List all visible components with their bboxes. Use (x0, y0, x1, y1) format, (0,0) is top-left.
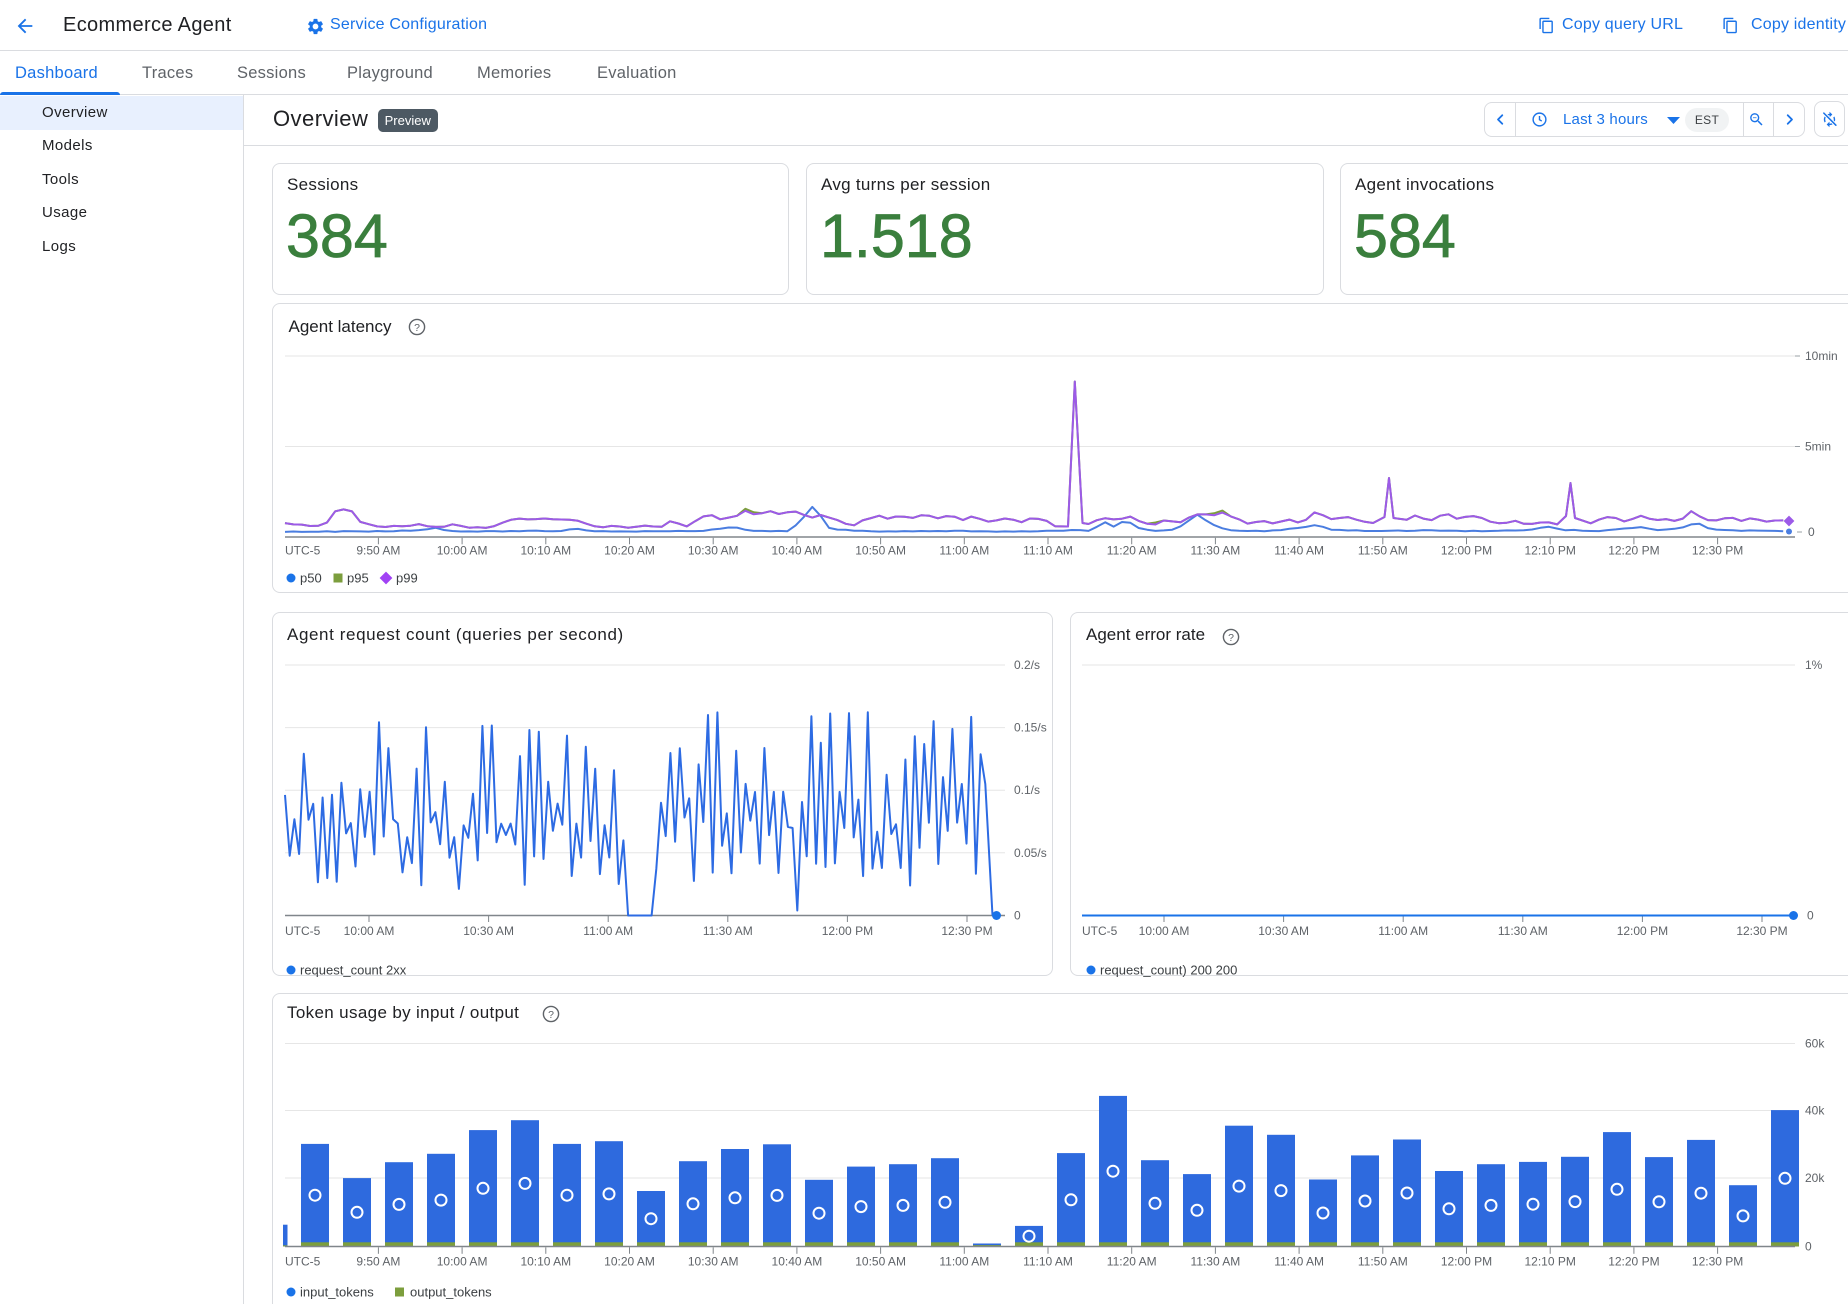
svg-text:9:50 AM: 9:50 AM (356, 1255, 400, 1269)
svg-text:12:10 PM: 12:10 PM (1525, 544, 1576, 558)
svg-text:0.05/s: 0.05/s (1014, 846, 1047, 860)
svg-text:10:00 AM: 10:00 AM (344, 924, 395, 938)
svg-text:10:00 AM: 10:00 AM (437, 1255, 488, 1269)
svg-text:10:50 AM: 10:50 AM (855, 1255, 906, 1269)
svg-text:12:00 PM: 12:00 PM (1441, 1255, 1492, 1269)
svg-text:10:10 AM: 10:10 AM (520, 544, 571, 558)
svg-text:p50: p50 (300, 571, 322, 586)
svg-text:9:50 AM: 9:50 AM (356, 544, 400, 558)
svg-text:request_count 2xx: request_count 2xx (300, 963, 407, 978)
svg-text:input_tokens: input_tokens (300, 1285, 374, 1300)
svg-text:11:30 AM: 11:30 AM (703, 924, 753, 938)
svg-text:10:30 AM: 10:30 AM (688, 1255, 739, 1269)
svg-text:0: 0 (1808, 525, 1815, 539)
svg-text:10:30 AM: 10:30 AM (463, 924, 514, 938)
svg-text:11:10 AM: 11:10 AM (1023, 1255, 1073, 1269)
svg-text:11:40 AM: 11:40 AM (1274, 1255, 1324, 1269)
svg-text:12:00 PM: 12:00 PM (822, 924, 873, 938)
svg-text:40k: 40k (1805, 1104, 1825, 1118)
svg-text:11:10 AM: 11:10 AM (1023, 544, 1073, 558)
svg-text:UTC-5: UTC-5 (285, 544, 321, 558)
svg-text:p95: p95 (347, 571, 369, 586)
svg-text:11:40 AM: 11:40 AM (1274, 544, 1324, 558)
svg-text:10:20 AM: 10:20 AM (604, 544, 655, 558)
svg-text:10:50 AM: 10:50 AM (855, 544, 906, 558)
svg-text:10:00 AM: 10:00 AM (1139, 924, 1190, 938)
svg-text:10:00 AM: 10:00 AM (437, 544, 488, 558)
svg-text:12:20 PM: 12:20 PM (1608, 544, 1659, 558)
svg-text:12:00 PM: 12:00 PM (1617, 924, 1668, 938)
svg-text:UTC-5: UTC-5 (285, 924, 321, 938)
svg-text:11:00 AM: 11:00 AM (583, 924, 633, 938)
svg-text:10min: 10min (1805, 349, 1838, 363)
svg-text:12:20 PM: 12:20 PM (1608, 1255, 1659, 1269)
svg-text:request_count) 200 200: request_count) 200 200 (1100, 963, 1237, 978)
svg-text:10:40 AM: 10:40 AM (772, 1255, 823, 1269)
svg-text:UTC-5: UTC-5 (285, 1255, 321, 1269)
svg-text:12:30 PM: 12:30 PM (1692, 1255, 1743, 1269)
svg-text:output_tokens: output_tokens (410, 1285, 492, 1300)
svg-text:0: 0 (1805, 1240, 1812, 1254)
svg-text:11:30 AM: 11:30 AM (1190, 544, 1240, 558)
svg-text:1%: 1% (1805, 658, 1823, 672)
svg-text:p99: p99 (396, 571, 418, 586)
svg-text:12:00 PM: 12:00 PM (1441, 544, 1492, 558)
svg-text:10:20 AM: 10:20 AM (604, 1255, 655, 1269)
svg-text:11:50 AM: 11:50 AM (1358, 1255, 1408, 1269)
svg-text:10:10 AM: 10:10 AM (520, 1255, 571, 1269)
svg-text:11:30 AM: 11:30 AM (1190, 1255, 1240, 1269)
svg-text:11:00 AM: 11:00 AM (939, 1255, 989, 1269)
svg-text:0: 0 (1807, 909, 1814, 923)
svg-text:11:00 AM: 11:00 AM (1378, 924, 1428, 938)
svg-text:20k: 20k (1805, 1171, 1825, 1185)
svg-text:11:50 AM: 11:50 AM (1358, 544, 1408, 558)
svg-text:11:20 AM: 11:20 AM (1107, 1255, 1157, 1269)
svg-text:0: 0 (1014, 909, 1021, 923)
svg-text:12:30 PM: 12:30 PM (1736, 924, 1787, 938)
svg-text:10:30 AM: 10:30 AM (688, 544, 739, 558)
svg-text:0.1/s: 0.1/s (1014, 783, 1040, 797)
svg-text:12:30 PM: 12:30 PM (941, 924, 992, 938)
svg-text:10:30 AM: 10:30 AM (1258, 924, 1309, 938)
svg-text:11:20 AM: 11:20 AM (1107, 544, 1157, 558)
svg-text:0.15/s: 0.15/s (1014, 721, 1047, 735)
svg-text:11:00 AM: 11:00 AM (939, 544, 989, 558)
svg-text:12:10 PM: 12:10 PM (1525, 1255, 1576, 1269)
svg-text:0.2/s: 0.2/s (1014, 658, 1040, 672)
svg-text:60k: 60k (1805, 1037, 1825, 1051)
svg-text:12:30 PM: 12:30 PM (1692, 544, 1743, 558)
svg-text:11:30 AM: 11:30 AM (1498, 924, 1548, 938)
svg-text:UTC-5: UTC-5 (1082, 924, 1118, 938)
svg-text:5min: 5min (1805, 440, 1831, 454)
svg-text:10:40 AM: 10:40 AM (772, 544, 823, 558)
